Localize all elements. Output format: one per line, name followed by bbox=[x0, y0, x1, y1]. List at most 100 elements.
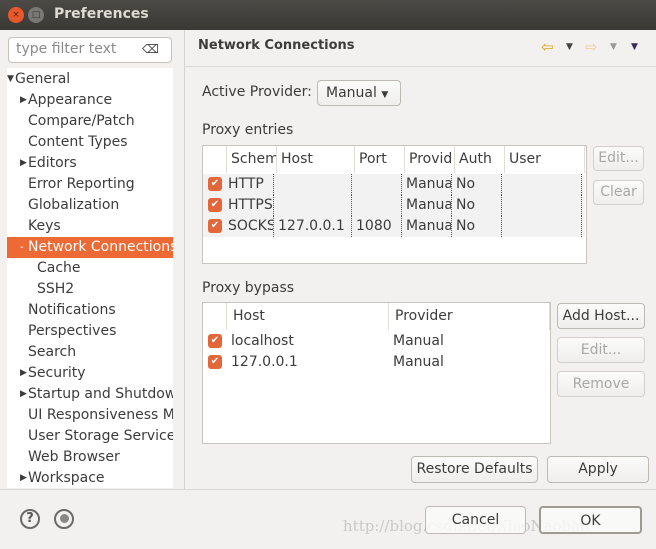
tree-item[interactable]: Globalization bbox=[7, 195, 173, 216]
tree-item-label: Perspectives bbox=[28, 323, 117, 339]
tree-item-label: Web Browser bbox=[28, 449, 120, 465]
cell-auth: No bbox=[452, 174, 502, 195]
view-menu-icon[interactable]: ▼ bbox=[631, 42, 638, 52]
tree-item-label: UI Responsiveness Monitoring bbox=[28, 407, 173, 423]
tree-item[interactable]: - Network Connections bbox=[7, 237, 173, 258]
tree-item-label: Globalization bbox=[28, 197, 120, 213]
tree-item[interactable]: SSH2 bbox=[7, 279, 173, 300]
cell-auth: No bbox=[452, 216, 502, 237]
cell-user bbox=[502, 195, 582, 216]
bypass-remove-button[interactable]: Remove bbox=[557, 371, 645, 397]
proxy-bypass-table[interactable]: Host Provider ✔ localhost Manual ✔ 127.0.0.1 Ma… bbox=[202, 302, 551, 444]
column-header[interactable]: Schem bbox=[227, 146, 277, 173]
column-header[interactable]: Host bbox=[227, 303, 389, 330]
cell-user bbox=[502, 216, 582, 237]
expand-right-icon[interactable]: ▶ bbox=[20, 153, 27, 174]
tree-item-label: Search bbox=[28, 344, 77, 360]
tree-item[interactable]: UI Responsiveness Monitoring bbox=[7, 405, 173, 426]
column-header[interactable]: Provid bbox=[405, 146, 455, 173]
back-menu-chevron-icon[interactable]: ▼ bbox=[566, 42, 573, 52]
cell-scheme: HTTP bbox=[224, 174, 274, 195]
tree-item[interactable]: Web Browser bbox=[7, 447, 173, 468]
tree-item[interactable]: ▶ Appearance bbox=[7, 90, 173, 111]
entries-edit-button[interactable]: Edit... bbox=[593, 146, 644, 171]
apply-button[interactable]: Apply bbox=[547, 456, 649, 483]
checkbox[interactable]: ✔ bbox=[208, 219, 222, 233]
proxy-entries-table[interactable]: Schem Host Port Provid Auth User ✔ HTTP Manua No ✔… bbox=[202, 145, 587, 264]
entries-clear-button[interactable]: Clear bbox=[593, 180, 644, 205]
tree-item[interactable]: Content Types bbox=[7, 132, 173, 153]
tree-item[interactable]: Cache bbox=[7, 258, 173, 279]
tree-item[interactable]: ▶ Workspace bbox=[7, 468, 173, 489]
tree-item[interactable]: Search bbox=[7, 342, 173, 363]
tree-item[interactable]: User Storage Service bbox=[7, 426, 173, 447]
help-icon[interactable]: ? bbox=[20, 509, 40, 529]
preference-tree[interactable]: ▼ General ▶ Appearance Compare/Patch Content … bbox=[7, 68, 173, 488]
tree-item[interactable]: Error Reporting bbox=[7, 174, 173, 195]
cell-port bbox=[352, 195, 402, 216]
column-header[interactable]: User bbox=[505, 146, 585, 173]
forward-arrow-icon[interactable]: ⇨ bbox=[585, 38, 598, 56]
cell-provider: Manual bbox=[393, 333, 444, 349]
proxy-entries-label: Proxy entries bbox=[202, 122, 294, 138]
cell-provider: Manual bbox=[393, 354, 444, 370]
import-export-icon[interactable] bbox=[54, 509, 74, 529]
cell-provider: Manua bbox=[402, 216, 452, 237]
header-separator bbox=[185, 66, 656, 67]
ok-button[interactable]: OK bbox=[539, 506, 642, 534]
tree-item[interactable]: Notifications bbox=[7, 300, 173, 321]
column-header[interactable]: Port bbox=[355, 146, 405, 173]
cell-provider: Manua bbox=[402, 195, 452, 216]
checkbox[interactable]: ✔ bbox=[208, 334, 222, 348]
checkbox[interactable]: ✔ bbox=[208, 355, 222, 369]
footer-separator bbox=[0, 489, 656, 490]
maximize-icon[interactable]: □ bbox=[28, 7, 44, 23]
tree-item-label: User Storage Service bbox=[28, 428, 173, 444]
tree-item-label: General bbox=[15, 71, 71, 87]
chevron-down-icon: ▼ bbox=[381, 90, 389, 100]
divider bbox=[184, 30, 185, 489]
tree-item[interactable]: ▶ Editors bbox=[7, 153, 173, 174]
add-host-button[interactable]: Add Host... bbox=[557, 303, 645, 329]
tree-item[interactable]: ▶ Startup and Shutdown bbox=[7, 384, 173, 405]
cell-host: localhost bbox=[231, 333, 294, 349]
window-title: Preferences bbox=[54, 6, 149, 22]
tree-item-label: Notifications bbox=[28, 302, 116, 318]
column-header-checkbox bbox=[203, 303, 227, 330]
expand-right-icon[interactable]: ▶ bbox=[20, 384, 27, 405]
column-header[interactable]: Host bbox=[277, 146, 355, 173]
cell-host bbox=[274, 174, 352, 195]
restore-defaults-button[interactable]: Restore Defaults bbox=[411, 456, 538, 483]
cell-auth: No bbox=[452, 195, 502, 216]
page-title: Network Connections bbox=[198, 38, 355, 53]
expand-right-icon[interactable]: ▶ bbox=[20, 468, 27, 489]
expand-right-icon[interactable]: ▶ bbox=[20, 363, 27, 384]
bypass-edit-button[interactable]: Edit... bbox=[557, 337, 645, 363]
tree-item[interactable]: Keys bbox=[7, 216, 173, 237]
tree-item[interactable]: Perspectives bbox=[7, 321, 173, 342]
cancel-button[interactable]: Cancel bbox=[425, 506, 526, 534]
checkbox[interactable]: ✔ bbox=[208, 198, 222, 212]
tree-item[interactable]: Compare/Patch bbox=[7, 111, 173, 132]
checkbox[interactable]: ✔ bbox=[208, 177, 222, 191]
tree-item-label: Cache bbox=[37, 260, 81, 276]
expand-down-icon[interactable]: - bbox=[20, 237, 24, 258]
column-header[interactable]: Auth bbox=[455, 146, 505, 173]
forward-menu-chevron-icon[interactable]: ▼ bbox=[610, 42, 617, 52]
expand-down-icon[interactable]: ▼ bbox=[7, 69, 14, 90]
cell-user bbox=[502, 174, 582, 195]
active-provider-select[interactable]: Manual ▼ bbox=[317, 80, 401, 106]
tree-item[interactable]: ▼ General bbox=[7, 69, 173, 90]
column-header[interactable]: Provider bbox=[389, 303, 550, 330]
cell-host: 127.0.0.1 bbox=[231, 354, 298, 370]
close-icon[interactable]: × bbox=[8, 7, 24, 23]
active-provider-label: Active Provider: bbox=[202, 84, 312, 100]
expand-right-icon[interactable]: ▶ bbox=[20, 90, 27, 111]
tree-item[interactable]: ▶ Security bbox=[7, 363, 173, 384]
active-provider-value: Manual bbox=[326, 85, 377, 101]
tree-item-label: Error Reporting bbox=[28, 176, 135, 192]
cell-scheme: HTTPS bbox=[224, 195, 274, 216]
cell-host bbox=[274, 195, 352, 216]
clear-filter-icon[interactable]: ⌫ bbox=[142, 42, 159, 56]
back-arrow-icon[interactable]: ⇦ bbox=[541, 38, 554, 56]
